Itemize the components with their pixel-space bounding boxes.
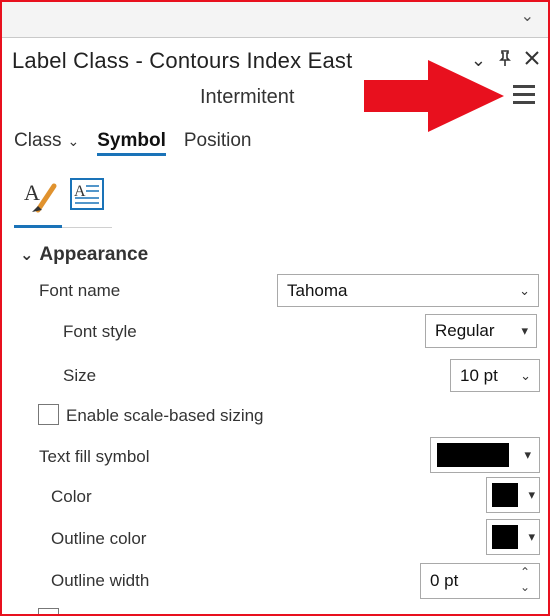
text-symbol-subtab[interactable]: A bbox=[20, 176, 62, 222]
tab-class[interactable]: Class ⌄ bbox=[14, 130, 79, 156]
chevron-down-icon: ⌄ bbox=[20, 247, 34, 264]
chevron-down-icon[interactable]: ⌄ bbox=[521, 6, 534, 26]
next-checkbox-partial[interactable] bbox=[38, 608, 59, 616]
tab-bar: Class ⌄ Symbol Position bbox=[14, 130, 269, 156]
appearance-section-toggle[interactable]: ⌄ Appearance bbox=[20, 244, 148, 266]
caret-down-icon: ▾ bbox=[521, 323, 528, 338]
font-name-label: Font name bbox=[39, 281, 121, 300]
outline-width-stepper[interactable]: 0 pt ⌃ ⌄ bbox=[420, 563, 540, 599]
caret-down-icon: ▾ bbox=[528, 529, 535, 544]
font-style-label: Font style bbox=[63, 322, 137, 341]
text-brush-icon: A bbox=[24, 180, 57, 213]
caret-down-icon: ▾ bbox=[528, 487, 535, 502]
pane-subtitle: Intermitent bbox=[200, 86, 295, 108]
outline-color-picker[interactable]: ▾ bbox=[486, 519, 540, 555]
font-style-dropdown[interactable]: Regular ▾ bbox=[425, 314, 537, 348]
text-format-icon: A bbox=[70, 178, 104, 210]
color-swatch bbox=[492, 483, 518, 507]
caret-down-icon: ▾ bbox=[524, 447, 531, 462]
tab-position[interactable]: Position bbox=[184, 130, 252, 156]
symbol-subtabs: A A bbox=[14, 172, 112, 228]
svg-text:A: A bbox=[24, 180, 40, 205]
text-fill-label: Text fill symbol bbox=[39, 447, 150, 466]
chevron-down-icon: ⌄ bbox=[67, 133, 80, 149]
close-icon[interactable] bbox=[524, 50, 540, 71]
red-arrow-annotation bbox=[364, 60, 504, 132]
spinner-arrows-icon[interactable]: ⌃ ⌄ bbox=[520, 565, 530, 595]
scale-sizing-checkbox[interactable] bbox=[38, 404, 59, 425]
outline-color-swatch bbox=[492, 525, 518, 549]
menu-icon[interactable] bbox=[513, 85, 535, 105]
pane-title: Label Class - Contours Index East bbox=[12, 48, 353, 73]
size-label: Size bbox=[63, 366, 97, 385]
chevron-down-icon: ⌄ bbox=[520, 367, 531, 383]
tab-symbol[interactable]: Symbol bbox=[97, 130, 166, 156]
subtab-active-indicator bbox=[14, 225, 62, 228]
text-fill-swatch bbox=[437, 443, 509, 467]
chevron-down-icon: ⌄ bbox=[519, 282, 530, 298]
color-picker[interactable]: ▾ bbox=[486, 477, 540, 513]
outline-width-label: Outline width bbox=[51, 571, 150, 590]
text-fill-symbol-picker[interactable]: ▾ bbox=[430, 437, 540, 473]
size-combobox[interactable]: 10 pt ⌄ bbox=[450, 359, 540, 392]
font-name-dropdown[interactable]: Tahoma ⌄ bbox=[277, 274, 539, 307]
color-label: Color bbox=[51, 487, 92, 506]
text-format-subtab[interactable]: A bbox=[70, 178, 104, 215]
scale-sizing-label: Enable scale-based sizing bbox=[66, 406, 264, 425]
outline-color-label: Outline color bbox=[51, 529, 147, 548]
top-strip: ⌄ bbox=[2, 2, 548, 38]
